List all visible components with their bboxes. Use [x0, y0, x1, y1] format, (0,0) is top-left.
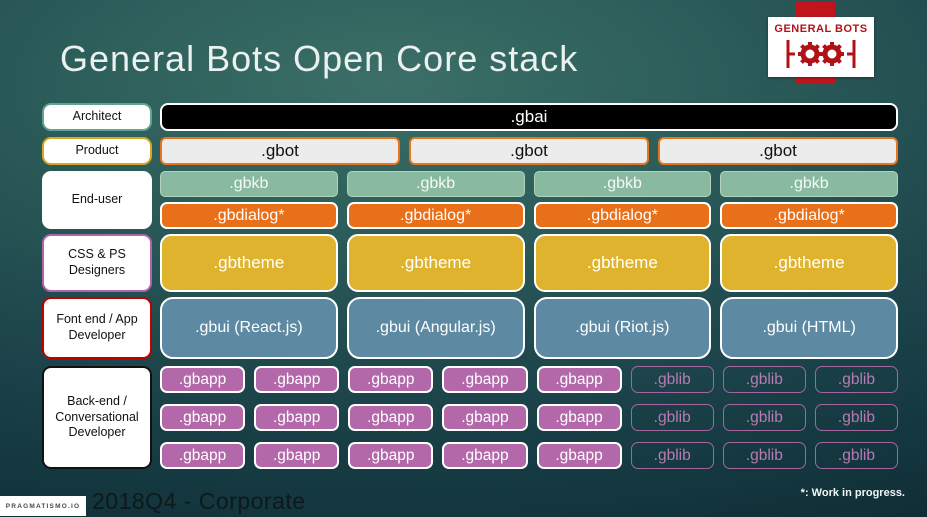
gbui-angular-bar: .gbui (Angular.js) — [346, 297, 525, 359]
gblib-box: .gblib — [630, 442, 714, 469]
gbtheme-bar: .gbtheme — [160, 234, 338, 292]
logo-wordmark: GENERAL BOTS — [774, 22, 868, 35]
gbkb-bar: .gbkb — [160, 171, 338, 197]
gbot-bar: .gbot — [658, 137, 898, 165]
row-gbkb: .gbkb .gbkb .gbkb .gbkb — [160, 171, 898, 197]
gbot-bar: .gbot — [409, 137, 649, 165]
row-gbdialog: .gbdialog* .gbdialog* .gbdialog* .gbdial… — [160, 202, 898, 229]
gbapp-box: .gbapp — [254, 442, 340, 469]
gbapp-box: .gbapp — [160, 366, 246, 393]
gbtheme-bar: .gbtheme — [533, 234, 712, 292]
row-gbapp-1: .gbapp .gbapp .gbapp .gbapp .gbapp .gbli… — [160, 366, 898, 393]
footer-caption: 2018Q4 - Corporate — [92, 488, 306, 514]
gblib-box: .gblib — [722, 442, 806, 469]
pragmatismo-logo: PRAGMATISMO.IO — [0, 496, 86, 516]
gbkb-bar: .gbkb — [533, 171, 712, 197]
gbapp-box: .gbapp — [348, 404, 434, 431]
gbapp-box: .gbapp — [160, 404, 246, 431]
role-label-backend-conversational-developer: Back-end / Conversational Developer — [42, 366, 152, 469]
gblib-box: .gblib — [722, 404, 806, 431]
gbapp-box: .gbapp — [536, 404, 622, 431]
gbapp-box: .gbapp — [348, 366, 434, 393]
gbkb-bar: .gbkb — [720, 171, 898, 197]
gblib-box: .gblib — [630, 366, 714, 393]
general-bots-logo: GENERAL BOTS — [768, 17, 874, 77]
role-label-end-user: End-user — [42, 171, 152, 229]
gblib-box: .gblib — [814, 366, 898, 393]
gbot-bar: .gbot — [160, 137, 400, 165]
row-gbai: .gbai — [160, 103, 898, 131]
gbapp-box: .gbapp — [442, 366, 528, 393]
row-gbapp-2: .gbapp .gbapp .gbapp .gbapp .gbapp .gbli… — [160, 404, 898, 431]
gblib-box: .gblib — [630, 404, 714, 431]
gbdialog-bar: .gbdialog* — [346, 202, 525, 229]
gbapp-box: .gbapp — [442, 404, 528, 431]
gbapp-box: .gbapp — [160, 442, 246, 469]
gbdialog-bar: .gbdialog* — [720, 202, 898, 229]
gbapp-box: .gbapp — [254, 366, 340, 393]
gbui-html-bar: .gbui (HTML) — [720, 297, 898, 359]
gbdialog-bar: .gbdialog* — [533, 202, 712, 229]
gblib-box: .gblib — [722, 366, 806, 393]
gbtheme-bar: .gbtheme — [720, 234, 898, 292]
gbdialog-bar: .gbdialog* — [160, 202, 338, 229]
gbapp-box: .gbapp — [442, 442, 528, 469]
work-in-progress-note: *: Work in progress. — [800, 487, 905, 499]
gbapp-box: .gbapp — [254, 404, 340, 431]
gbai-bar: .gbai — [160, 103, 898, 131]
role-label-product: Product — [42, 137, 152, 165]
gbkb-bar: .gbkb — [346, 171, 525, 197]
gblib-box: .gblib — [814, 404, 898, 431]
gbapp-box: .gbapp — [348, 442, 434, 469]
gbui-riot-bar: .gbui (Riot.js) — [533, 297, 712, 359]
gbtheme-bar: .gbtheme — [346, 234, 525, 292]
gbui-react-bar: .gbui (React.js) — [160, 297, 338, 359]
gears-icon — [786, 39, 856, 68]
role-label-architect: Architect — [42, 103, 152, 131]
gbapp-box: .gbapp — [536, 366, 622, 393]
row-gbapp-3: .gbapp .gbapp .gbapp .gbapp .gbapp .gbli… — [160, 442, 898, 469]
row-gbui: .gbui (React.js) .gbui (Angular.js) .gbu… — [160, 297, 898, 359]
role-label-frontend-app-developer: Font end / App Developer — [42, 297, 152, 359]
row-gbot: .gbot .gbot .gbot — [160, 137, 898, 165]
slide-title: General Bots Open Core stack — [60, 38, 579, 79]
row-gbtheme: .gbtheme .gbtheme .gbtheme .gbtheme — [160, 234, 898, 292]
gblib-box: .gblib — [814, 442, 898, 469]
gbapp-box: .gbapp — [536, 442, 622, 469]
role-label-css-ps-designers: CSS & PS Designers — [42, 234, 152, 292]
